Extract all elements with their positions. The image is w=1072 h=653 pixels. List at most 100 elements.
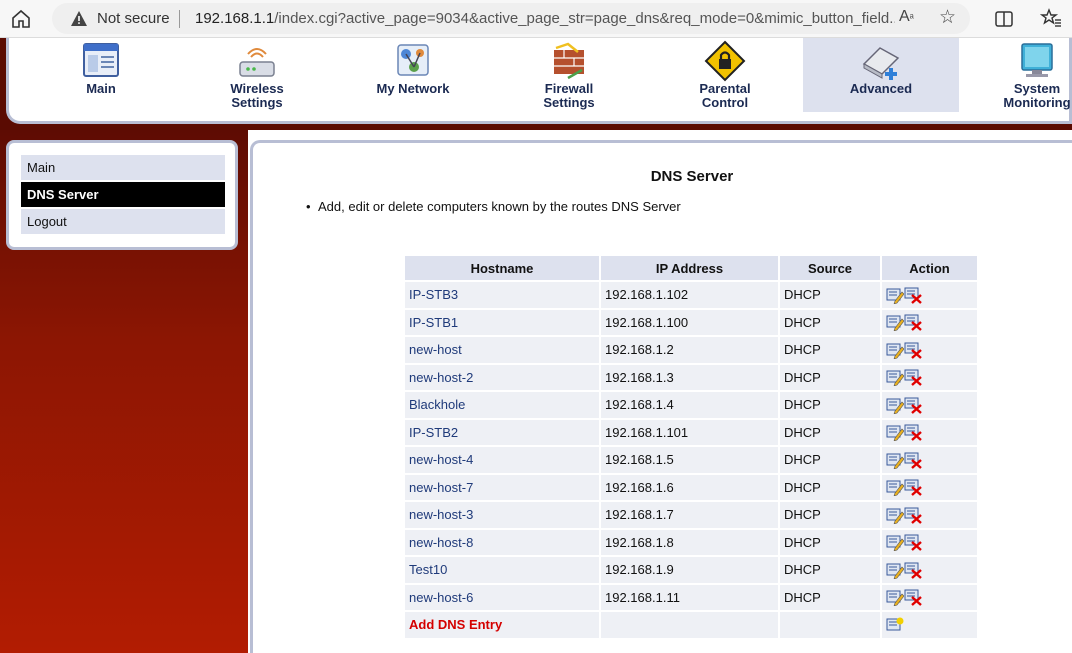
- nav-wireless-settings[interactable]: Wireless Settings: [179, 38, 335, 112]
- source-cell: DHCP: [780, 584, 880, 610]
- edit-icon[interactable]: [886, 451, 905, 470]
- delete-icon[interactable]: [904, 341, 922, 359]
- action-cell: [882, 529, 977, 555]
- home-icon[interactable]: [10, 8, 32, 30]
- main-window-icon: [83, 43, 119, 77]
- edit-icon[interactable]: [886, 368, 905, 387]
- table-row: new-host-2 192.168.1.3 DHCP: [405, 364, 977, 390]
- hostname-cell: new-host-2: [405, 364, 599, 390]
- nav-parental-control[interactable]: Parental Control: [647, 38, 803, 112]
- source-cell: DHCP: [780, 282, 880, 308]
- edit-icon[interactable]: [886, 396, 905, 415]
- delete-icon[interactable]: [904, 286, 922, 304]
- nav-firewall-settings[interactable]: Firewall Settings: [491, 38, 647, 112]
- add-icon[interactable]: [886, 616, 904, 634]
- browser-toolbar: Not secure 192.168.1.1/index.cgi?active_…: [0, 0, 1072, 38]
- add-dns-entry-link[interactable]: Add DNS Entry: [405, 612, 599, 638]
- edit-icon[interactable]: [886, 506, 905, 525]
- nav-parental-label-2: Control: [701, 95, 749, 110]
- delete-icon[interactable]: [904, 368, 922, 387]
- table-row: new-host-8 192.168.1.8 DHCP: [405, 529, 977, 555]
- action-cell: [882, 419, 977, 445]
- nav-system-label-2: Monitoring: [1003, 95, 1071, 110]
- table-row: IP-STB2 192.168.1.101 DHCP: [405, 419, 977, 445]
- nav-firewall-label-1: Firewall: [544, 81, 594, 96]
- edit-icon[interactable]: [886, 341, 905, 360]
- favorites-icon[interactable]: [1040, 7, 1062, 29]
- wireless-router-icon: [239, 48, 275, 77]
- header-action: Action: [882, 256, 977, 280]
- table-row: IP-STB3 192.168.1.102 DHCP: [405, 282, 977, 308]
- ip-address-cell: 192.168.1.101: [601, 419, 778, 445]
- hostname-cell: new-host-4: [405, 447, 599, 473]
- advanced-settings-icon: [862, 47, 900, 80]
- edit-icon[interactable]: [886, 423, 905, 442]
- address-bar[interactable]: Not secure 192.168.1.1/index.cgi?active_…: [52, 3, 970, 34]
- delete-icon[interactable]: [904, 423, 922, 442]
- nav-parental-label-1: Parental: [699, 81, 751, 96]
- sidebar-item-main[interactable]: Main: [21, 155, 225, 180]
- table-row: IP-STB1 192.168.1.100 DHCP: [405, 309, 977, 335]
- delete-icon[interactable]: [904, 588, 922, 607]
- nav-my-network[interactable]: My Network: [335, 38, 491, 112]
- delete-icon[interactable]: [904, 506, 922, 524]
- delete-icon[interactable]: [904, 561, 922, 579]
- edit-icon[interactable]: [886, 533, 905, 552]
- nav-system-monitoring[interactable]: System Monitoring: [959, 38, 1072, 112]
- action-cell: [882, 612, 977, 638]
- delete-icon[interactable]: [904, 451, 922, 469]
- url-text[interactable]: 192.168.1.1/index.cgi?active_page=9034&a…: [195, 10, 895, 27]
- table-row: new-host-3 192.168.1.7 DHCP: [405, 502, 977, 528]
- hostname-cell: IP-STB2: [405, 419, 599, 445]
- edit-icon[interactable]: [886, 313, 905, 332]
- action-cell: [882, 502, 977, 528]
- security-label[interactable]: Not secure: [97, 10, 170, 27]
- delete-icon[interactable]: [904, 533, 922, 552]
- empty-cell: [780, 612, 880, 638]
- delete-icon[interactable]: [904, 313, 922, 332]
- action-cell: [882, 364, 977, 390]
- edit-icon[interactable]: [886, 588, 905, 607]
- ip-address-cell: 192.168.1.102: [601, 282, 778, 308]
- ip-address-cell: 192.168.1.6: [601, 474, 778, 500]
- nav-main[interactable]: Main: [23, 38, 179, 112]
- split-screen-icon[interactable]: [994, 9, 1014, 29]
- action-cell: [882, 557, 977, 583]
- sidebar-item-logout[interactable]: Logout: [21, 209, 225, 234]
- edit-icon[interactable]: [886, 286, 905, 305]
- edit-icon[interactable]: [886, 478, 905, 497]
- ip-address-cell: 192.168.1.9: [601, 557, 778, 583]
- hostname-cell: new-host: [405, 337, 599, 363]
- nav-wireless-label-2: Settings: [231, 95, 283, 110]
- network-icon: [397, 44, 429, 76]
- ip-address-cell: 192.168.1.7: [601, 502, 778, 528]
- favorite-star-icon[interactable]: ☆: [939, 6, 956, 29]
- edit-icon[interactable]: [886, 561, 905, 580]
- table-row: Blackhole 192.168.1.4 DHCP: [405, 392, 977, 418]
- header-hostname: Hostname: [405, 256, 599, 280]
- header-source: Source: [780, 256, 880, 280]
- topnav-background: Main Wireless Settings My Network Firewa…: [0, 38, 1072, 130]
- action-cell: [882, 337, 977, 363]
- source-cell: DHCP: [780, 419, 880, 445]
- nav-wireless-label-1: Wireless: [230, 81, 284, 96]
- nav-advanced[interactable]: Advanced: [803, 38, 959, 112]
- source-cell: DHCP: [780, 529, 880, 555]
- sidebar-menu: Main DNS Server Logout: [6, 140, 238, 250]
- empty-cell: [601, 612, 778, 638]
- ip-address-cell: 192.168.1.11: [601, 584, 778, 610]
- url-host: 192.168.1.1: [195, 10, 275, 27]
- delete-icon[interactable]: [904, 478, 922, 497]
- sidebar-item-dns-server[interactable]: DNS Server: [21, 182, 225, 207]
- delete-icon[interactable]: [904, 396, 922, 414]
- warning-icon: [71, 11, 87, 26]
- ip-address-cell: 192.168.1.8: [601, 529, 778, 555]
- nav-system-label-1: System: [1013, 81, 1061, 96]
- read-aloud-icon[interactable]: Aᵃ: [899, 8, 914, 26]
- table-header-row: Hostname IP Address Source Action: [405, 256, 977, 280]
- table-row: Test10 192.168.1.9 DHCP: [405, 557, 977, 583]
- source-cell: DHCP: [780, 474, 880, 500]
- action-cell: [882, 282, 977, 308]
- nav-firewall-label-2: Settings: [543, 95, 595, 110]
- action-cell: [882, 392, 977, 418]
